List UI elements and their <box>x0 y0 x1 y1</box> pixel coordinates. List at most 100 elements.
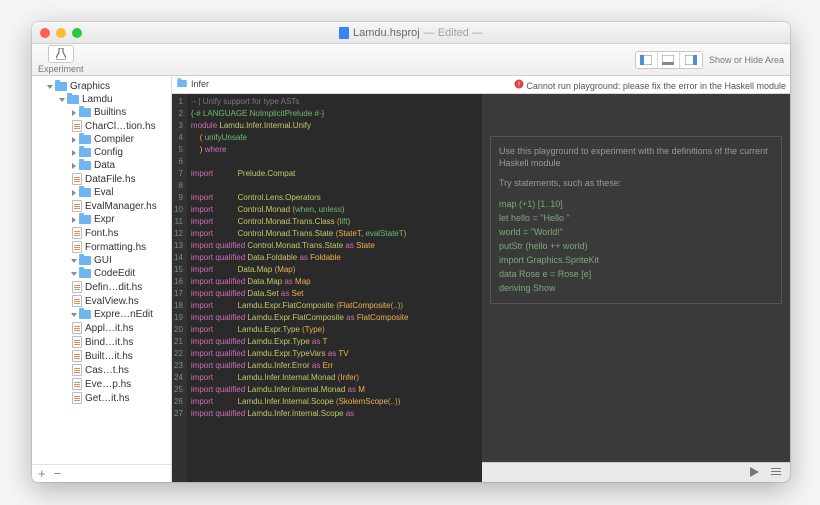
tree-file[interactable]: EvalManager.hs <box>32 199 171 213</box>
toolbar: Experiment Show or Hide Area <box>32 44 790 76</box>
disclosure-icon[interactable] <box>72 190 76 196</box>
code-line[interactable] <box>191 180 409 192</box>
tree-file[interactable]: Eve…p.hs <box>32 377 171 391</box>
layout-right-icon[interactable] <box>680 52 702 68</box>
code-line[interactable]: import qualified Control.Monad.Trans.Sta… <box>191 240 409 252</box>
tree-folder[interactable]: Config <box>32 146 171 159</box>
layout-bottom-icon[interactable] <box>658 52 680 68</box>
minimize-icon[interactable] <box>56 28 66 38</box>
tree-file[interactable]: Built…it.hs <box>32 349 171 363</box>
code-line[interactable]: import Lamdu.Infer.Internal.Monad (Infer… <box>191 372 409 384</box>
disclosure-icon[interactable] <box>71 259 77 263</box>
code-content[interactable]: -- | Unify support for type ASTs{-# LANG… <box>187 94 413 482</box>
close-icon[interactable] <box>40 28 50 38</box>
tree-folder[interactable]: GUI <box>32 254 171 267</box>
tree-folder[interactable]: Lamdu <box>32 93 171 106</box>
disclosure-icon[interactable] <box>71 313 77 317</box>
code-line[interactable]: import Lamdu.Expr.Type (Type) <box>191 324 409 336</box>
tree-item-label: GUI <box>94 255 112 266</box>
disclosure-icon[interactable] <box>72 217 76 223</box>
code-editor[interactable]: 1234567891011121314151617181920212223242… <box>172 94 482 482</box>
window-title: Lamdu.hsproj <box>353 27 420 39</box>
zoom-icon[interactable] <box>72 28 82 38</box>
playground-pane[interactable]: Use this playground to experiment with t… <box>482 94 790 482</box>
code-line[interactable]: module Lamdu.Infer.Internal.Unify <box>191 120 409 132</box>
code-line[interactable]: import qualified Lamdu.Expr.Type as T <box>191 336 409 348</box>
folder-icon <box>79 188 91 197</box>
disclosure-icon[interactable] <box>72 137 76 143</box>
tree-folder[interactable]: Graphics <box>32 80 171 93</box>
tree-folder[interactable]: Builtins <box>32 106 171 119</box>
tree-file[interactable]: Font.hs <box>32 226 171 240</box>
code-line[interactable]: import qualified Lamdu.Infer.Error as Er… <box>191 360 409 372</box>
tree-item-label: Cas…t.hs <box>85 365 129 376</box>
tree-file[interactable]: Defin…dit.hs <box>32 280 171 294</box>
layout-left-icon[interactable] <box>636 52 658 68</box>
experiment-button[interactable] <box>48 45 74 63</box>
playground-example-line: putStr (hello ++ world) <box>499 239 773 253</box>
disclosure-icon[interactable] <box>71 272 77 276</box>
playground-example-line: map (+1) [1..10] <box>499 197 773 211</box>
folder-icon <box>177 80 187 87</box>
code-line[interactable]: import qualified Data.Set as Set <box>191 288 409 300</box>
playground-footer <box>482 462 790 482</box>
code-line[interactable]: import qualified Lamdu.Infer.Internal.Mo… <box>191 384 409 396</box>
tree-file[interactable]: Cas…t.hs <box>32 363 171 377</box>
tree-file[interactable]: EvalView.hs <box>32 294 171 308</box>
tree-folder[interactable]: Compiler <box>32 133 171 146</box>
disclosure-icon[interactable] <box>47 85 53 89</box>
code-line[interactable]: import Control.Monad.Trans.Class (lift) <box>191 216 409 228</box>
file-tree-sidebar[interactable]: GraphicsLamduBuiltinsCharCl…tion.hsCompi… <box>32 76 172 482</box>
tree-item-label: Expr <box>94 214 115 225</box>
code-line[interactable] <box>191 156 409 168</box>
code-line[interactable]: ) where <box>191 144 409 156</box>
playground-example-line: deriving Show <box>499 281 773 295</box>
tree-item-label: Bind…it.hs <box>85 337 133 348</box>
tree-folder[interactable]: Expre…nEdit <box>32 308 171 321</box>
tree-file[interactable]: Get…it.hs <box>32 391 171 405</box>
code-line[interactable]: import Lamdu.Expr.FlatComposite (FlatCom… <box>191 300 409 312</box>
haskell-file-icon <box>72 120 82 132</box>
list-icon[interactable] <box>770 466 782 480</box>
disclosure-icon[interactable] <box>72 150 76 156</box>
breadcrumb-segment[interactable]: Infer <box>176 79 221 89</box>
code-line[interactable]: import qualified Data.Foldable as Foldab… <box>191 252 409 264</box>
code-line[interactable]: import qualified Data.Map as Map <box>191 276 409 288</box>
tree-folder[interactable]: Eval <box>32 186 171 199</box>
code-line[interactable]: import Control.Lens.Operators <box>191 192 409 204</box>
code-line[interactable]: ( unifyUnsafe <box>191 132 409 144</box>
tree-file[interactable]: Bind…it.hs <box>32 335 171 349</box>
haskell-file-icon <box>72 378 82 390</box>
code-line[interactable]: import qualified Lamdu.Expr.TypeVars as … <box>191 348 409 360</box>
tree-file[interactable]: CharCl…tion.hs <box>32 119 171 133</box>
code-line[interactable]: import Lamdu.Infer.Internal.Scope (Skole… <box>191 396 409 408</box>
code-line[interactable]: -- | Unify support for type ASTs <box>191 96 409 108</box>
show-hide-label: Show or Hide Area <box>709 55 784 65</box>
code-line[interactable]: import Data.Map (Map) <box>191 264 409 276</box>
disclosure-icon[interactable] <box>72 110 76 116</box>
code-line[interactable]: import Control.Monad.Trans.State (StateT… <box>191 228 409 240</box>
tree-folder[interactable]: Data <box>32 159 171 172</box>
tree-file[interactable]: Formatting.hs <box>32 240 171 254</box>
tree-item-label: Defin…dit.hs <box>85 282 142 293</box>
haskell-file-icon <box>72 241 82 253</box>
tree-folder[interactable]: CodeEdit <box>32 267 171 280</box>
add-button[interactable]: + <box>38 466 46 481</box>
tree-item-label: Config <box>94 147 123 158</box>
tree-folder[interactable]: Expr <box>32 213 171 226</box>
playground-example-line: import Graphics.SpriteKit <box>499 253 773 267</box>
layout-segmented-control[interactable] <box>635 51 703 69</box>
remove-button[interactable]: − <box>54 466 62 481</box>
disclosure-icon[interactable] <box>59 98 65 102</box>
tree-file[interactable]: Appl…it.hs <box>32 321 171 335</box>
tree-item-label: Appl…it.hs <box>85 323 133 334</box>
code-line[interactable]: {-# LANGUAGE NoImplicitPrelude #-} <box>191 108 409 120</box>
code-line[interactable]: import Control.Monad (when, unless) <box>191 204 409 216</box>
code-line[interactable]: import qualified Lamdu.Expr.FlatComposit… <box>191 312 409 324</box>
code-line[interactable]: import Prelude.Compat <box>191 168 409 180</box>
disclosure-icon[interactable] <box>72 163 76 169</box>
code-line[interactable]: import qualified Lamdu.Infer.Internal.Sc… <box>191 408 409 420</box>
run-icon[interactable] <box>748 466 760 480</box>
tree-item-label: DataFile.hs <box>85 174 136 185</box>
tree-file[interactable]: DataFile.hs <box>32 172 171 186</box>
